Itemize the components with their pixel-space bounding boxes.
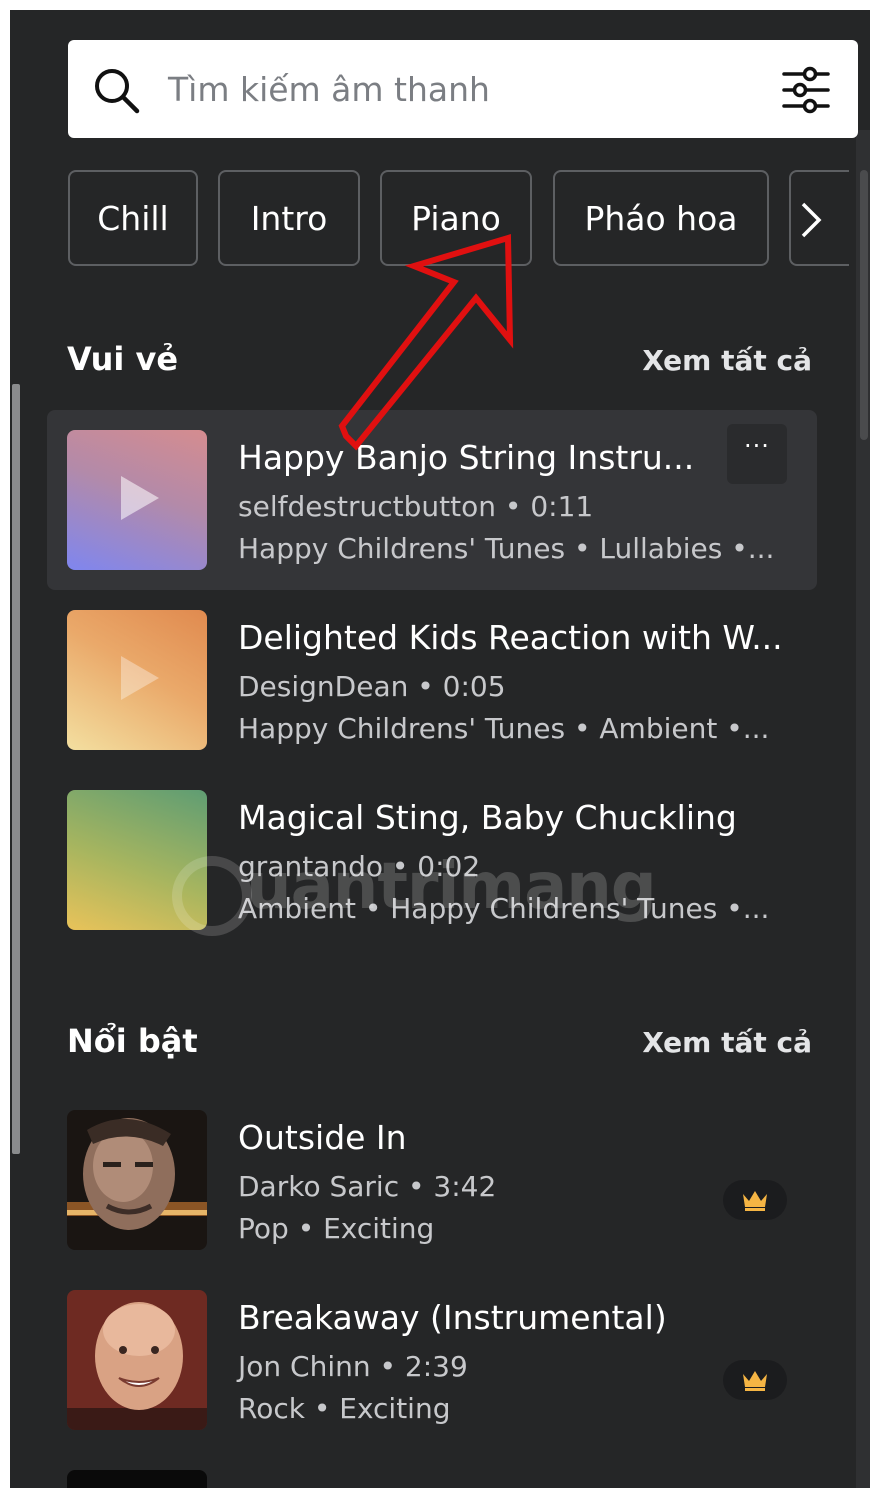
track-tags: Rock • Exciting [238, 1392, 451, 1425]
artist-photo[interactable] [67, 1110, 207, 1250]
more-options-button[interactable]: ··· [727, 424, 787, 484]
track-meta: selfdestructbutton • 0:11 [238, 490, 594, 523]
track-title: Delighted Kids Reaction with W... [238, 618, 783, 657]
chip-phao-hoa[interactable]: Pháo hoa [553, 170, 769, 266]
track-meta: DesignDean • 0:05 [238, 670, 506, 703]
filter-sliders-icon[interactable] [780, 64, 832, 116]
track-title: Breakaway (Instrumental) [238, 1298, 667, 1337]
search-input[interactable]: Tìm kiếm âm thanh [168, 64, 490, 116]
watermark-text: uantrimang [246, 850, 657, 924]
track-tags: Happy Childrens' Tunes • Ambient •... [238, 712, 770, 745]
search-icon [95, 69, 140, 114]
chevron-right-icon [801, 202, 822, 238]
track-title: Happy Banjo String Instru... [238, 438, 695, 477]
left-edge-bar [12, 384, 20, 1154]
premium-badge [723, 1360, 787, 1400]
chip-chill[interactable]: Chill [68, 170, 198, 266]
search-bar[interactable]: Tìm kiếm âm thanh [68, 40, 858, 138]
track-tags: Pop • Exciting [238, 1212, 435, 1245]
crown-icon [743, 1191, 767, 1211]
play-icon [121, 656, 159, 700]
chips-next-button[interactable] [789, 170, 849, 266]
track-title: Magical Sting, Baby Chuckling [238, 798, 737, 837]
track-meta: Jon Chinn • 2:39 [238, 1350, 468, 1383]
track-tags: Happy Childrens' Tunes • Lullabies •... [238, 532, 775, 565]
track-row[interactable] [47, 1450, 817, 1488]
section-title-noi-bat: Nổi bật [67, 1022, 198, 1060]
artist-photo[interactable] [67, 1290, 207, 1430]
chip-piano[interactable]: Piano [380, 170, 532, 266]
track-row[interactable]: Outside In Darko Saric • 3:42 Pop • Exci… [47, 1090, 817, 1270]
chip-intro[interactable]: Intro [218, 170, 360, 266]
track-thumbnail[interactable] [67, 610, 207, 750]
audio-panel: Tìm kiếm âm thanh Chill Intro Piano Pháo… [10, 10, 870, 1488]
see-all-vui-ve[interactable]: Xem tất cả [642, 344, 812, 377]
track-thumbnail[interactable] [67, 1470, 207, 1488]
premium-badge [723, 1180, 787, 1220]
scrollbar-thumb[interactable] [860, 170, 868, 440]
see-all-noi-bat[interactable]: Xem tất cả [642, 1026, 812, 1059]
crown-icon [743, 1371, 767, 1391]
track-row[interactable]: Happy Banjo String Instru... selfdestruc… [47, 410, 817, 590]
watermark-logo [172, 856, 252, 936]
section-title-vui-ve: Vui vẻ [67, 340, 179, 378]
track-title: Outside In [238, 1118, 407, 1157]
play-icon [121, 476, 159, 520]
track-row[interactable]: Delighted Kids Reaction with W... Design… [47, 590, 817, 770]
track-thumbnail[interactable] [67, 430, 207, 570]
track-meta: Darko Saric • 3:42 [238, 1170, 497, 1203]
track-row[interactable]: Breakaway (Instrumental) Jon Chinn • 2:3… [47, 1270, 817, 1450]
